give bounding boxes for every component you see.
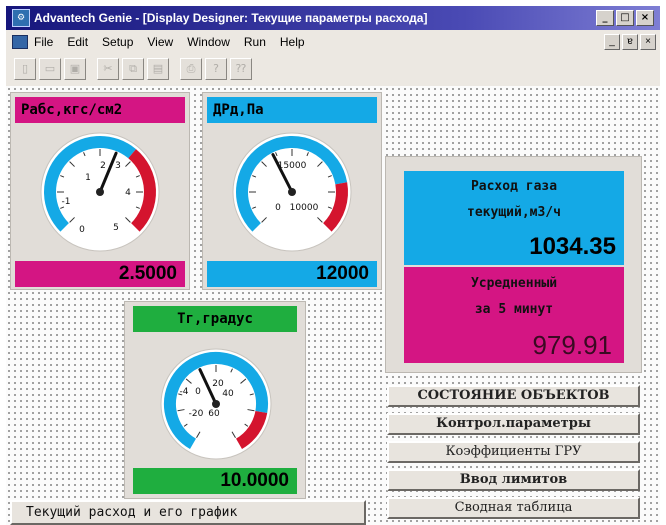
app-icon: ⚙ [12,9,30,27]
average-flow-label-line1: Усредненный [470,276,558,291]
app-window: ⚙ Advantech Genie - [Display Designer: Т… [6,6,660,525]
menu-file[interactable]: File [34,35,53,49]
context-help-icon[interactable]: ⁇ [230,58,252,80]
temperature-needle-hub [212,400,220,408]
temperature-gauge-value: 10.0000 [133,468,297,494]
doc-restore-button[interactable]: ɐ [622,34,638,50]
temperature-tick-label: -20 [189,409,204,419]
current-flow-value: 1034.35 [404,229,624,265]
pressure-tick-label: 5 [113,223,119,233]
average-flow-label-line2: за 5 минут [474,302,554,317]
pressure-tick-label: 3 [115,161,121,171]
temperature-tick-label: 40 [222,389,234,399]
menu-window[interactable]: Window [187,35,230,49]
pressure-gauge-title: Рабс,кгс/см2 [15,97,185,123]
menu-view[interactable]: View [147,35,173,49]
pressure-tick-label: 0 [79,225,85,235]
temperature-gauge-dial: -4 0 2040 -20 60 [160,348,272,460]
diffpressure-gauge-dial: 150000 10000 [232,132,352,252]
new-icon[interactable]: ▯ [14,58,36,80]
doc-close-button[interactable]: × [640,34,656,50]
print-icon[interactable]: ⎙ [180,58,202,80]
pressure-gauge-panel[interactable]: Рабс,кгс/см2 -1 0 1 2 3 4 5 2.5000 [10,92,190,290]
title-bar[interactable]: ⚙ Advantech Genie - [Display Designer: Т… [6,6,660,30]
average-flow-value: 979.91 [404,327,624,363]
temperature-tick-label: 20 [212,379,224,389]
pressure-gauge-value: 2.5000 [15,261,185,287]
temperature-tick-label: 60 [208,409,220,419]
menu-bar: File Edit Setup View Window Run Help _ ɐ… [6,32,660,52]
menu-setup[interactable]: Setup [102,35,133,49]
pressure-gauge-dial: -1 0 12 3 4 5 [40,132,160,252]
cut-icon[interactable]: ✂ [97,58,119,80]
current-flow-chart-button[interactable]: Текущий расход и его график [10,500,366,525]
document-icon[interactable] [12,35,28,49]
pressure-tick-label: 1 [85,173,91,183]
limits-input-button[interactable]: Ввод лимитов [387,469,640,491]
window-title: Advantech Genie - [Display Designer: Тек… [34,11,428,25]
paste-icon[interactable]: ▤ [147,58,169,80]
objects-state-button[interactable]: СОСТОЯНИЕ ОБЪЕКТОВ [387,385,640,407]
flow-panel[interactable]: Расход газа текущий,м3/ч 1034.35 Усредне… [385,156,642,373]
diffpressure-gauge-title: ДРд,Па [207,97,377,123]
diffpressure-needle-hub [288,188,296,196]
pressure-tick-label: -1 [62,197,71,207]
help-icon[interactable]: ? [205,58,227,80]
temperature-gauge-panel[interactable]: Тг,градус -4 0 20 40 -20 60 10.0000 [124,301,306,499]
gru-coefficients-button[interactable]: Коэффициенты ГРУ [387,441,640,463]
menu-run[interactable]: Run [244,35,266,49]
temperature-tick-label: 0 [195,387,201,397]
document-controls: _ ɐ × [604,34,656,50]
toolbar: ▯ ▭ ▣ ✂ ⧉ ▤ ⎙ ? ⁇ [14,56,255,82]
design-canvas[interactable]: Рабс,кгс/см2 -1 0 1 2 3 4 5 2.5000 ДРд,Па 1 5 0 0… [6,86,660,525]
current-flow-label: Расход газа текущий,м3/ч [404,171,624,229]
pressure-needle-hub [96,188,104,196]
control-params-button[interactable]: Контрол.параметры [387,413,640,435]
diffpressure-tick-label: 0 [275,203,281,213]
pressure-tick-label: 4 [125,188,131,198]
doc-minimize-button[interactable]: _ [604,34,620,50]
close-button[interactable]: × [636,10,654,26]
copy-icon[interactable]: ⧉ [122,58,144,80]
menu-help[interactable]: Help [280,35,305,49]
diffpressure-gauge-panel[interactable]: ДРд,Па 15000 0 10000 12000 [202,92,382,290]
pressure-tick-label: 2 [100,161,106,171]
average-flow-label: Усредненный за 5 минут [404,267,624,327]
minimize-button[interactable]: _ [596,10,614,26]
open-icon[interactable]: ▭ [39,58,61,80]
current-flow-label-line1: Расход газа [470,179,558,194]
diffpressure-tick-label: 10000 [290,203,319,213]
maximize-button[interactable]: □ [616,10,634,26]
summary-table-button[interactable]: Сводная таблица [387,497,640,519]
diffpressure-gauge-value: 12000 [207,261,377,287]
window-controls: _ □ × [596,10,654,26]
save-icon[interactable]: ▣ [64,58,86,80]
temperature-tick-label: -4 [180,387,189,397]
temperature-gauge-title: Тг,градус [133,306,297,332]
current-flow-label-line2: текущий,м3/ч [467,205,561,220]
menu-edit[interactable]: Edit [67,35,88,49]
